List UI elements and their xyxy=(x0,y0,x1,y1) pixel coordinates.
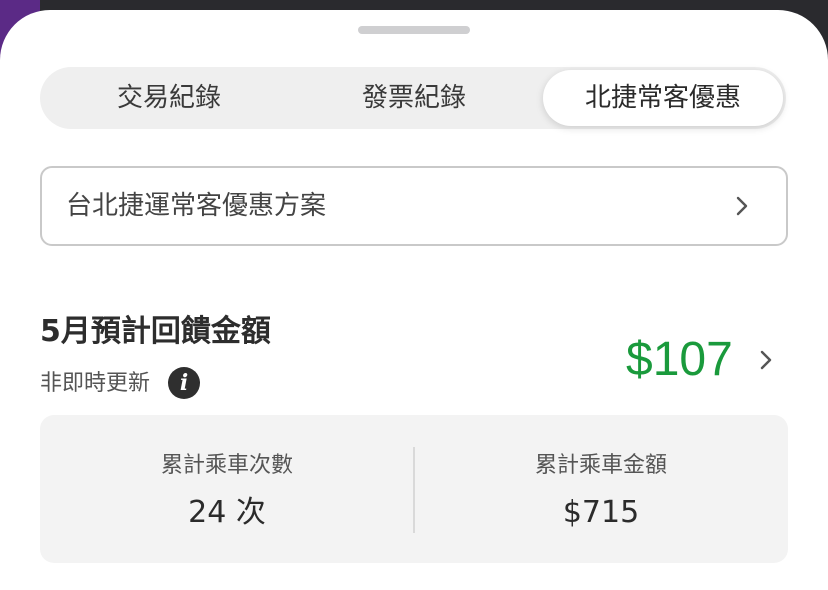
ride-fare-value: $715 xyxy=(562,495,640,530)
bottom-sheet: 交易紀錄 發票紀錄 北捷常客優惠 台北捷運常客優惠方案 5月預計回饋金額 非即時… xyxy=(0,10,828,590)
tab-transactions[interactable]: 交易紀錄 xyxy=(40,67,298,129)
tab-frequent-rider-discount[interactable]: 北捷常客優惠 xyxy=(543,70,783,126)
sheet-grabber-handle[interactable] xyxy=(358,26,470,34)
ride-fare-label: 累計乘車金額 xyxy=(534,453,667,478)
rebate-subtitle: 非即時更新 xyxy=(40,371,151,396)
info-icon[interactable]: i xyxy=(168,367,200,399)
ride-count-value: 24 次 xyxy=(188,495,266,530)
discount-plan-link[interactable]: 台北捷運常客優惠方案 xyxy=(40,166,788,246)
chevron-right-icon[interactable] xyxy=(756,350,776,370)
discount-plan-label: 台北捷運常客優惠方案 xyxy=(66,191,327,221)
rebate-title: 5月預計回饋金額 xyxy=(40,314,271,349)
chevron-right-icon xyxy=(736,196,748,216)
tab-invoices[interactable]: 發票紀錄 xyxy=(290,67,538,129)
segmented-tab-bar: 交易紀錄 發票紀錄 北捷常客優惠 xyxy=(40,67,786,129)
ride-stats-card: 累計乘車次數 24 次 累計乘車金額 $715 xyxy=(40,415,788,563)
ride-count-label: 累計乘車次數 xyxy=(160,453,293,478)
rebate-amount[interactable]: $107 xyxy=(626,332,733,388)
